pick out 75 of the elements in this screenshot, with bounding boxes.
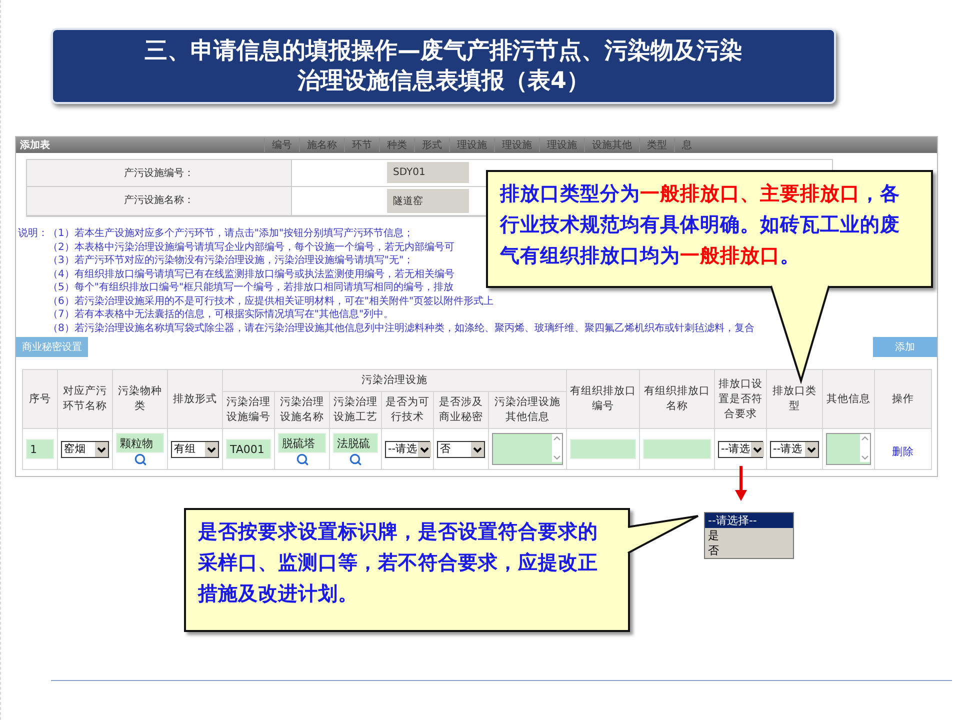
- column-header: 理设施: [539, 138, 584, 152]
- chevron-down-icon[interactable]: [418, 442, 431, 456]
- note-text: （8）若污染治理设施名称填写袋式除尘器，请在污染治理设施其他信息列中注明滤料种类，如涤纶、聚丙烯、玻璃纤维、聚四氟乙烯机织布或针刺毡滤料，复合: [48, 322, 754, 335]
- input-field[interactable]: [643, 439, 712, 459]
- chevron-down-icon[interactable]: [805, 442, 818, 456]
- window-title: 添加表: [19, 138, 51, 152]
- search-icon[interactable]: [296, 452, 308, 466]
- chevron-down-icon[interactable]: [471, 442, 484, 456]
- input-field[interactable]: 脱硫塔: [278, 432, 326, 452]
- field-label: 产污设施名称：: [27, 187, 292, 216]
- column-header: 污染治理设施工艺: [330, 392, 382, 428]
- column-header: 有组织排放口名称: [640, 370, 715, 428]
- notes-label: 说明：: [18, 227, 48, 241]
- column-header: 操作: [874, 370, 932, 428]
- column-header: 污染物种类: [112, 370, 168, 428]
- column-header: 排放口类型: [766, 370, 823, 428]
- select-field[interactable]: --请选: [718, 440, 764, 458]
- note-text: （4）有组织排放口编号请填写已有在线监测排放口编号或执法监测使用编号，若无相关编号: [48, 268, 454, 281]
- column-header: 排放形式: [168, 370, 222, 428]
- column-header: 种类: [379, 138, 414, 152]
- delete-link[interactable]: 删除: [892, 446, 914, 458]
- callout: 排放口类型分为一般排放口、主要排放口，各行业技术规范均有具体明确。如砖瓦工业的废气有组织排放口均为一般排放口。: [486, 170, 933, 288]
- note-text: （2）本表格中污染治理设施编号请填写企业内部编号，每个设施一个编号，若无内部编号可: [48, 240, 454, 254]
- input-field[interactable]: 隧道窑: [387, 189, 469, 213]
- select-field[interactable]: 窑烟: [61, 440, 109, 458]
- input-field[interactable]: 法脱硫: [333, 432, 378, 452]
- chevron-down-icon[interactable]: [205, 442, 218, 456]
- column-header: 设施其他: [584, 138, 639, 152]
- column-header: 是否为可行技术: [382, 392, 434, 428]
- note-text: （5）每个"有组织排放口编号"框只能填写一个编号，若排放口相同请填写相同的编号，排放: [48, 281, 454, 294]
- input-field[interactable]: SDY01: [387, 162, 469, 183]
- column-header: 对应产污环节名称: [58, 370, 112, 428]
- select-field[interactable]: --请选: [770, 440, 820, 458]
- input-field[interactable]: TA001: [226, 439, 271, 459]
- group-header: 污染治理设施: [222, 370, 567, 392]
- column-header: 污染治理设施编号: [222, 392, 274, 428]
- column-header: 有组织排放口编号: [566, 370, 640, 428]
- input-field[interactable]: 1: [26, 439, 54, 459]
- column-header: 污染治理设施名称: [274, 392, 330, 428]
- column-header: 排放口设置是否符合要求: [714, 370, 767, 428]
- input-field[interactable]: 颗粒物: [116, 432, 164, 452]
- column-header: 息: [674, 138, 699, 152]
- column-header: 理设施: [449, 138, 494, 152]
- chevron-down-icon[interactable]: [750, 442, 764, 456]
- column-header: 环节: [344, 138, 379, 152]
- text-area[interactable]: [492, 433, 564, 465]
- note-text: （7）若有本表格中无法囊括的信息，可根据实际情况填写在"其他信息"列中。: [48, 308, 394, 322]
- column-header: 其他信息: [822, 370, 875, 428]
- select-field[interactable]: --请选: [385, 440, 430, 458]
- callout-pointer: [628, 515, 700, 555]
- column-header: 序号: [22, 370, 58, 428]
- down-arrow: [734, 466, 748, 502]
- select-field[interactable]: 否: [437, 440, 485, 458]
- column-header: 形式: [414, 138, 449, 152]
- column-header: 是否涉及商业秘密: [434, 392, 488, 428]
- callout: 是否按要求设置标识牌，是否设置符合要求的采样口、监测口等，若不符合要求，应提改正措施及改进计划。: [184, 508, 630, 632]
- column-header: 施名称: [299, 138, 344, 152]
- column-header: 污染治理设施其他信息: [488, 392, 567, 428]
- field-label: 产污设施编号：: [27, 160, 292, 187]
- slide-title: 三、申请信息的填报操作—废气产排污节点、污染物及污染 治理设施信息表填报（表4）: [51, 28, 836, 104]
- search-icon[interactable]: [349, 452, 362, 466]
- note-text: （1）若本生产设施对应多个产污环节，请点击"添加"按钮分别填写产污环节信息；: [48, 227, 414, 240]
- text-area[interactable]: [826, 433, 872, 465]
- input-field[interactable]: [570, 439, 636, 459]
- scrollbar-drawing: [860, 434, 870, 462]
- note-text: （6）若污染治理设施采用的不是可行技术，应提供相关证明材料，可在"相关附件"页签以附件形式上: [48, 294, 494, 308]
- note-text: （3）若产污环节对应的污染物没有污染治理设施，污染治理设施编号请填写"无"；: [48, 254, 414, 268]
- column-header: 编号: [264, 138, 299, 152]
- chevron-down-icon[interactable]: [95, 442, 108, 456]
- select-field[interactable]: 有组: [171, 440, 219, 458]
- scrollbar-drawing: [552, 434, 562, 462]
- dropdown-option[interactable]: --请选择--: [705, 513, 793, 528]
- column-header: 类型: [639, 138, 674, 152]
- search-icon[interactable]: [134, 452, 146, 466]
- column-header: 理设施: [494, 138, 539, 152]
